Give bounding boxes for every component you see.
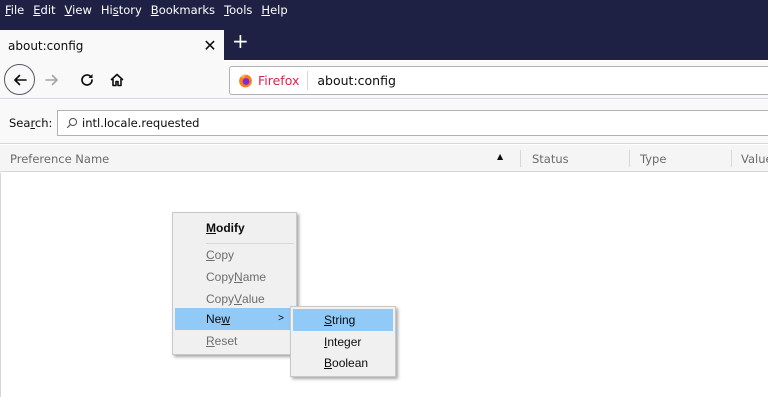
new-tab-button[interactable]: + xyxy=(232,31,249,51)
preferences-column-header: Preference Name ▲ Status Type Value xyxy=(0,145,768,172)
column-divider[interactable] xyxy=(520,150,521,167)
menu-view[interactable]: View xyxy=(65,3,92,17)
context-menu-reset[interactable]: Reset xyxy=(175,330,294,352)
context-menu-new[interactable]: Ne w > xyxy=(175,308,294,330)
window-titlebar: File Edit View History Bookmarks Tools H… xyxy=(0,0,768,61)
search-input[interactable]: intl.locale.requested xyxy=(57,110,768,136)
address-bar[interactable]: Firefox about:config xyxy=(229,66,768,95)
menu-help[interactable]: Help xyxy=(261,3,287,17)
column-divider[interactable] xyxy=(731,150,732,167)
menu-history[interactable]: History xyxy=(101,3,142,17)
reload-button[interactable] xyxy=(72,65,102,95)
identity-label: Firefox xyxy=(258,73,300,88)
search-label: Search: xyxy=(9,116,53,130)
home-icon xyxy=(110,73,124,87)
identity-box[interactable]: Firefox xyxy=(230,71,309,90)
sort-ascending-icon: ▲ xyxy=(497,152,504,161)
close-tab-icon[interactable]: ✕ xyxy=(196,37,224,54)
submenu-string[interactable]: String xyxy=(293,309,393,331)
back-button[interactable] xyxy=(4,64,35,95)
forward-button[interactable] xyxy=(37,65,67,95)
menu-bar: File Edit View History Bookmarks Tools H… xyxy=(0,0,768,20)
submenu-arrow-icon: > xyxy=(278,313,284,324)
back-arrow-icon xyxy=(13,74,27,85)
context-menu-copy-name[interactable]: Copy Name xyxy=(175,266,294,288)
context-menu: Modify Copy Copy Name Copy Value Ne w > Re… xyxy=(172,212,297,355)
navigation-toolbar: Firefox about:config xyxy=(0,61,768,99)
menu-file[interactable]: File xyxy=(5,3,24,17)
new-preference-submenu: String Integer Boolean xyxy=(290,306,396,377)
search-icon xyxy=(66,117,78,129)
home-button[interactable] xyxy=(102,65,132,95)
tab-title: about:config xyxy=(8,38,84,53)
submenu-integer[interactable]: Integer xyxy=(293,331,393,353)
context-menu-modify[interactable]: Modify xyxy=(175,217,294,239)
context-menu-copy-value[interactable]: Copy Value xyxy=(175,288,294,310)
column-preference-name[interactable]: Preference Name xyxy=(10,152,109,166)
context-menu-copy[interactable]: Copy xyxy=(175,244,294,266)
reload-icon xyxy=(81,74,93,86)
column-status[interactable]: Status xyxy=(532,152,569,166)
menu-bookmarks[interactable]: Bookmarks xyxy=(151,3,215,17)
firefox-logo-icon xyxy=(239,74,252,88)
tab-about-config[interactable]: about:config ✕ xyxy=(0,30,224,61)
forward-arrow-icon xyxy=(45,74,58,86)
column-value[interactable]: Value xyxy=(741,152,768,166)
url-text[interactable]: about:config xyxy=(317,73,396,88)
menu-tools[interactable]: Tools xyxy=(224,3,252,17)
search-value: intl.locale.requested xyxy=(82,116,200,130)
config-search-row: Search: intl.locale.requested xyxy=(0,100,768,144)
menu-edit[interactable]: Edit xyxy=(33,3,55,17)
column-type[interactable]: Type xyxy=(640,152,666,166)
submenu-boolean[interactable]: Boolean xyxy=(293,352,393,374)
column-divider[interactable] xyxy=(629,150,630,167)
